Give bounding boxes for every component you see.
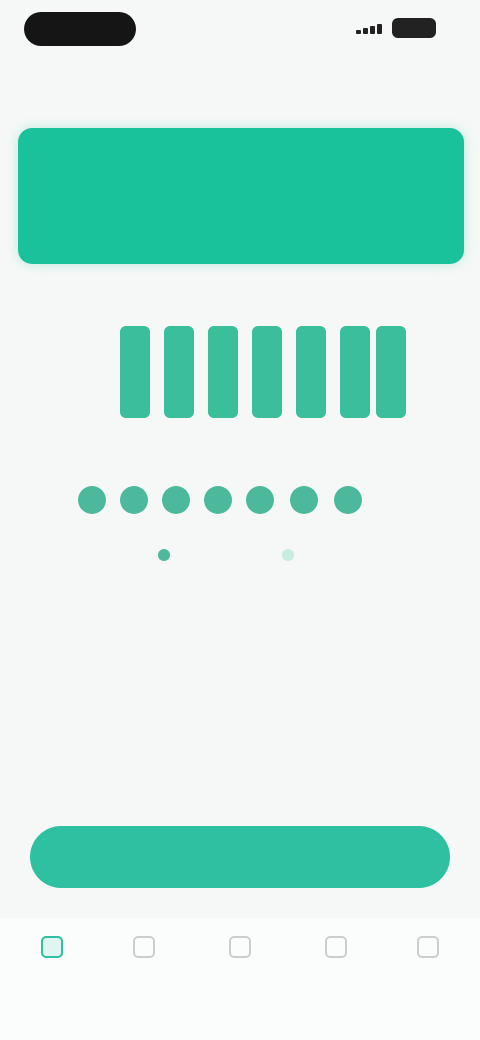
table-cell — [58, 606, 149, 638]
day-dot[interactable] — [162, 486, 190, 514]
table-cell — [330, 734, 421, 766]
table-cell — [58, 670, 149, 702]
chart-icon — [229, 936, 251, 958]
table-cell — [58, 734, 149, 766]
summary-banner[interactable] — [18, 128, 464, 264]
table-cell — [330, 670, 421, 702]
chart-bar[interactable] — [252, 326, 282, 418]
day-dot[interactable] — [78, 486, 106, 514]
table-cell — [239, 702, 330, 734]
status-bar — [0, 0, 480, 54]
chart-bar[interactable] — [120, 326, 150, 418]
table-cell — [330, 638, 421, 670]
legend-swatch — [158, 549, 170, 561]
table-cell — [239, 766, 330, 798]
day-dot[interactable] — [290, 486, 318, 514]
table-cell — [58, 766, 149, 798]
day-dot[interactable] — [204, 486, 232, 514]
signal-icon — [356, 24, 382, 34]
chart-bar[interactable] — [296, 326, 326, 418]
stats-table — [58, 606, 420, 798]
tab-chart[interactable] — [192, 936, 288, 968]
table-row — [58, 702, 420, 734]
home-icon — [41, 936, 63, 958]
table-cell — [149, 638, 240, 670]
legend-swatch — [282, 549, 294, 561]
table-row — [58, 670, 420, 702]
table-row — [58, 734, 420, 766]
chart-bar[interactable] — [208, 326, 238, 418]
table-cell — [58, 638, 149, 670]
user-icon — [417, 936, 439, 958]
day-dot[interactable] — [334, 486, 362, 514]
chart-bar[interactable] — [164, 326, 194, 418]
table-row — [58, 606, 420, 638]
bottom-tab-bar — [0, 918, 480, 1040]
table-cell — [239, 670, 330, 702]
table-cell — [330, 766, 421, 798]
table-cell — [149, 606, 240, 638]
primary-action-button[interactable] — [30, 826, 450, 888]
tab-user[interactable] — [380, 936, 476, 968]
chart-bar[interactable] — [340, 326, 370, 418]
chart-bar[interactable] — [376, 326, 406, 418]
table-cell — [239, 638, 330, 670]
dynamic-island — [24, 12, 136, 46]
table-cell — [149, 670, 240, 702]
bell-icon — [325, 936, 347, 958]
table-cell — [239, 734, 330, 766]
table-cell — [330, 606, 421, 638]
table-row — [58, 766, 420, 798]
day-dot[interactable] — [120, 486, 148, 514]
list-icon — [133, 936, 155, 958]
day-dot[interactable] — [246, 486, 274, 514]
table-cell — [149, 702, 240, 734]
legend-item — [282, 548, 300, 562]
tab-bell[interactable] — [288, 936, 384, 968]
legend-item — [158, 548, 176, 562]
table-cell — [239, 606, 330, 638]
tab-list[interactable] — [96, 936, 192, 968]
table-cell — [58, 702, 149, 734]
tab-home[interactable] — [4, 936, 100, 968]
table-cell — [330, 702, 421, 734]
table-row — [58, 638, 420, 670]
table-cell — [149, 766, 240, 798]
battery-icon — [392, 18, 436, 38]
table-cell — [149, 734, 240, 766]
